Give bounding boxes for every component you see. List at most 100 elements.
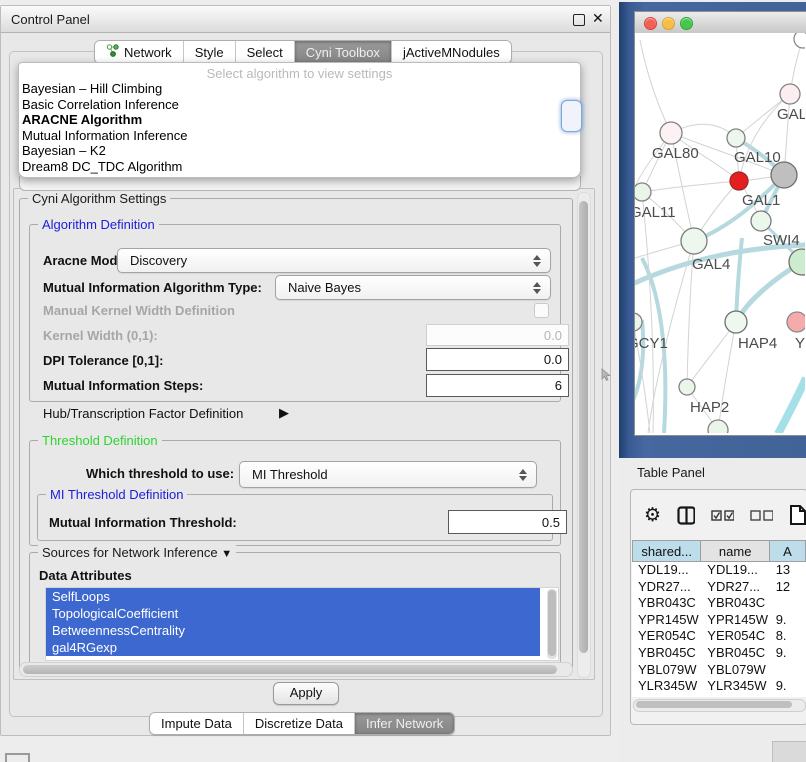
- network-node-unnamed-top[interactable]: [794, 33, 805, 48]
- close-panel-icon[interactable]: ✕: [592, 10, 604, 27]
- bottom-tab-impute-data[interactable]: Impute Data: [150, 713, 243, 734]
- table-row[interactable]: YLR345WYLR345W9.: [632, 678, 806, 695]
- network-node-gal1[interactable]: [730, 172, 748, 190]
- algorithm-option-dream8-dc-tdc-algorithm[interactable]: Dream8 DC_TDC Algorithm: [19, 159, 580, 175]
- algorithm-option-mutual-information-inference[interactable]: Mutual Information Inference: [19, 128, 580, 144]
- control-panel-tabbar: Network StyleSelectCyni ToolboxjActiveMNo…: [94, 40, 512, 64]
- tab-jactivemnodules[interactable]: jActiveMNodules: [391, 41, 511, 63]
- table-row[interactable]: YBL079WYBL079W: [632, 662, 806, 679]
- network-node-y-right[interactable]: [787, 312, 805, 332]
- network-node-gal80[interactable]: [660, 122, 682, 144]
- network-icon: [106, 44, 119, 60]
- close-button[interactable]: [644, 17, 657, 30]
- attribute-item-betweennesscentrality[interactable]: BetweennessCentrality: [46, 622, 540, 639]
- table-row[interactable]: YER054CYER054C8.: [632, 628, 806, 645]
- table-cell: 13: [770, 562, 806, 579]
- mi-threshold-field[interactable]: 0.5: [448, 510, 567, 534]
- column-header-a[interactable]: A: [770, 540, 806, 562]
- table-row[interactable]: YDL19...YDL19...13: [632, 562, 806, 579]
- unchecked-boxes-icon[interactable]: [750, 510, 773, 521]
- table-row[interactable]: YDR27...YDR27...12: [632, 579, 806, 596]
- network-node-gal-top[interactable]: [780, 84, 800, 104]
- column-header-shared[interactable]: shared...: [632, 540, 701, 562]
- table-horizontal-scrollbar[interactable]: [633, 699, 806, 712]
- cyni-settings-legend: Cyni Algorithm Settings: [28, 191, 170, 206]
- algorithm-option-bayesian-hill-climbing[interactable]: Bayesian – Hill Climbing: [19, 81, 580, 97]
- attribute-item-gal4rgexp[interactable]: gal4RGexp: [46, 639, 540, 656]
- bottom-tab-infer-network[interactable]: Infer Network: [354, 713, 454, 734]
- network-node-unnamed-bottom[interactable]: [708, 420, 728, 433]
- dropdown-placeholder: Select algorithm to view settings: [19, 63, 580, 81]
- kernel-width-field[interactable]: 0.0: [426, 324, 569, 346]
- minimize-button[interactable]: [662, 17, 675, 30]
- dpi-tolerance-field[interactable]: 0.0: [426, 348, 569, 371]
- attributes-vertical-scrollbar[interactable]: [547, 589, 557, 659]
- algorithm-option-aracne-algorithm[interactable]: ARACNE Algorithm: [19, 112, 580, 128]
- hidden-combo-fragment: [19, 176, 581, 191]
- split-columns-icon[interactable]: [677, 506, 695, 525]
- mi-steps-field[interactable]: 6: [426, 374, 569, 397]
- network-node-hap4[interactable]: [725, 311, 747, 333]
- table-cell: YDR27...: [632, 579, 701, 596]
- aracne-mode-combo[interactable]: Discovery: [117, 248, 551, 273]
- control-panel-title: Control Panel: [11, 12, 90, 27]
- table-row[interactable]: YPR145WYPR145W9.: [632, 612, 806, 629]
- network-node-unnamed-gray[interactable]: [771, 162, 797, 188]
- dpi-tolerance-label: DPI Tolerance [0,1]:: [43, 353, 163, 368]
- network-canvas[interactable]: GALGAL80GAL10GAL1GAL11SWI4GAL4GCY1HAP4YH…: [635, 33, 805, 433]
- network-node-hap2[interactable]: [679, 379, 695, 395]
- table-cell: 9: [770, 695, 806, 697]
- settings-horizontal-scrollbar[interactable]: [19, 662, 573, 677]
- settings-vertical-scrollbar[interactable]: [577, 192, 591, 678]
- table-cell: YBL079W: [632, 662, 701, 679]
- attribute-item-selfloops[interactable]: SelfLoops: [46, 588, 540, 605]
- tab-label: Discretize Data: [255, 716, 343, 731]
- table-cell: YPR145W: [632, 612, 701, 629]
- network-node-gal10[interactable]: [727, 129, 745, 147]
- collapsed-panel-button[interactable]: [5, 753, 30, 762]
- table-row[interactable]: YBR043CYBR043C: [632, 595, 806, 612]
- table-body: YDL19...YDL19...13YDR27...YDR27...12YBR0…: [632, 562, 806, 697]
- attribute-item-topologicalcoefficient[interactable]: TopologicalCoefficient: [46, 605, 540, 622]
- zoom-button[interactable]: [680, 17, 693, 30]
- table-cell: 9.: [770, 678, 806, 695]
- network-node-swi4[interactable]: [751, 211, 771, 231]
- which-threshold-label: Which threshold to use:: [86, 466, 234, 481]
- table-row[interactable]: YBR045CYBR045C9.: [632, 645, 806, 662]
- bottom-right-panel-fragment: [772, 741, 806, 762]
- network-node-label: GAL4: [692, 256, 730, 273]
- tab-cyni-toolbox[interactable]: Cyni Toolbox: [294, 41, 391, 63]
- apply-button[interactable]: Apply: [273, 682, 339, 705]
- float-panel-icon[interactable]: [573, 14, 585, 26]
- table-cell: YDR27...: [701, 579, 769, 596]
- network-node-label: GAL80: [652, 145, 699, 162]
- disclosure-down-icon[interactable]: ▼: [221, 548, 232, 560]
- mi-type-value: Naive Bayes: [276, 280, 528, 295]
- mouse-cursor: [601, 368, 611, 382]
- network-node-label: GAL11: [635, 204, 676, 221]
- manual-kernel-checkbox[interactable]: [534, 303, 549, 318]
- tab-label: Network: [124, 45, 172, 60]
- table-row[interactable]: YIL052CYIL052C9: [632, 695, 806, 697]
- disclosure-right-icon[interactable]: ▶: [279, 405, 289, 421]
- data-attributes-list[interactable]: SelfLoopsTopologicalCoefficientBetweenne…: [45, 587, 559, 661]
- application-root: Control Panel ✕ Network StyleSelectCyni T…: [0, 0, 806, 762]
- file-icon[interactable]: [789, 504, 806, 526]
- mi-type-combo[interactable]: Naive Bayes: [275, 275, 551, 300]
- network-node-gal11[interactable]: [635, 183, 651, 201]
- column-header-name[interactable]: name: [701, 540, 769, 562]
- gear-icon[interactable]: ⚙: [644, 506, 661, 525]
- tab-network[interactable]: Network: [95, 41, 183, 63]
- checked-boxes-icon[interactable]: [711, 510, 734, 521]
- algorithm-option-basic-correlation-inference[interactable]: Basic Correlation Inference: [19, 97, 580, 113]
- algorithm-definition-legend: Algorithm Definition: [38, 217, 159, 232]
- tab-style[interactable]: Style: [183, 41, 235, 63]
- bottom-tab-discretize-data[interactable]: Discretize Data: [243, 713, 354, 734]
- tab-select[interactable]: Select: [235, 41, 294, 63]
- table-cell: YIL052C: [632, 695, 701, 697]
- table-cell: YBL079W: [701, 662, 769, 679]
- table-cell: YER054C: [701, 628, 769, 645]
- network-node-gal4[interactable]: [681, 228, 707, 254]
- algorithm-option-bayesian-k2[interactable]: Bayesian – K2: [19, 143, 580, 159]
- which-threshold-combo[interactable]: MI Threshold: [239, 461, 537, 488]
